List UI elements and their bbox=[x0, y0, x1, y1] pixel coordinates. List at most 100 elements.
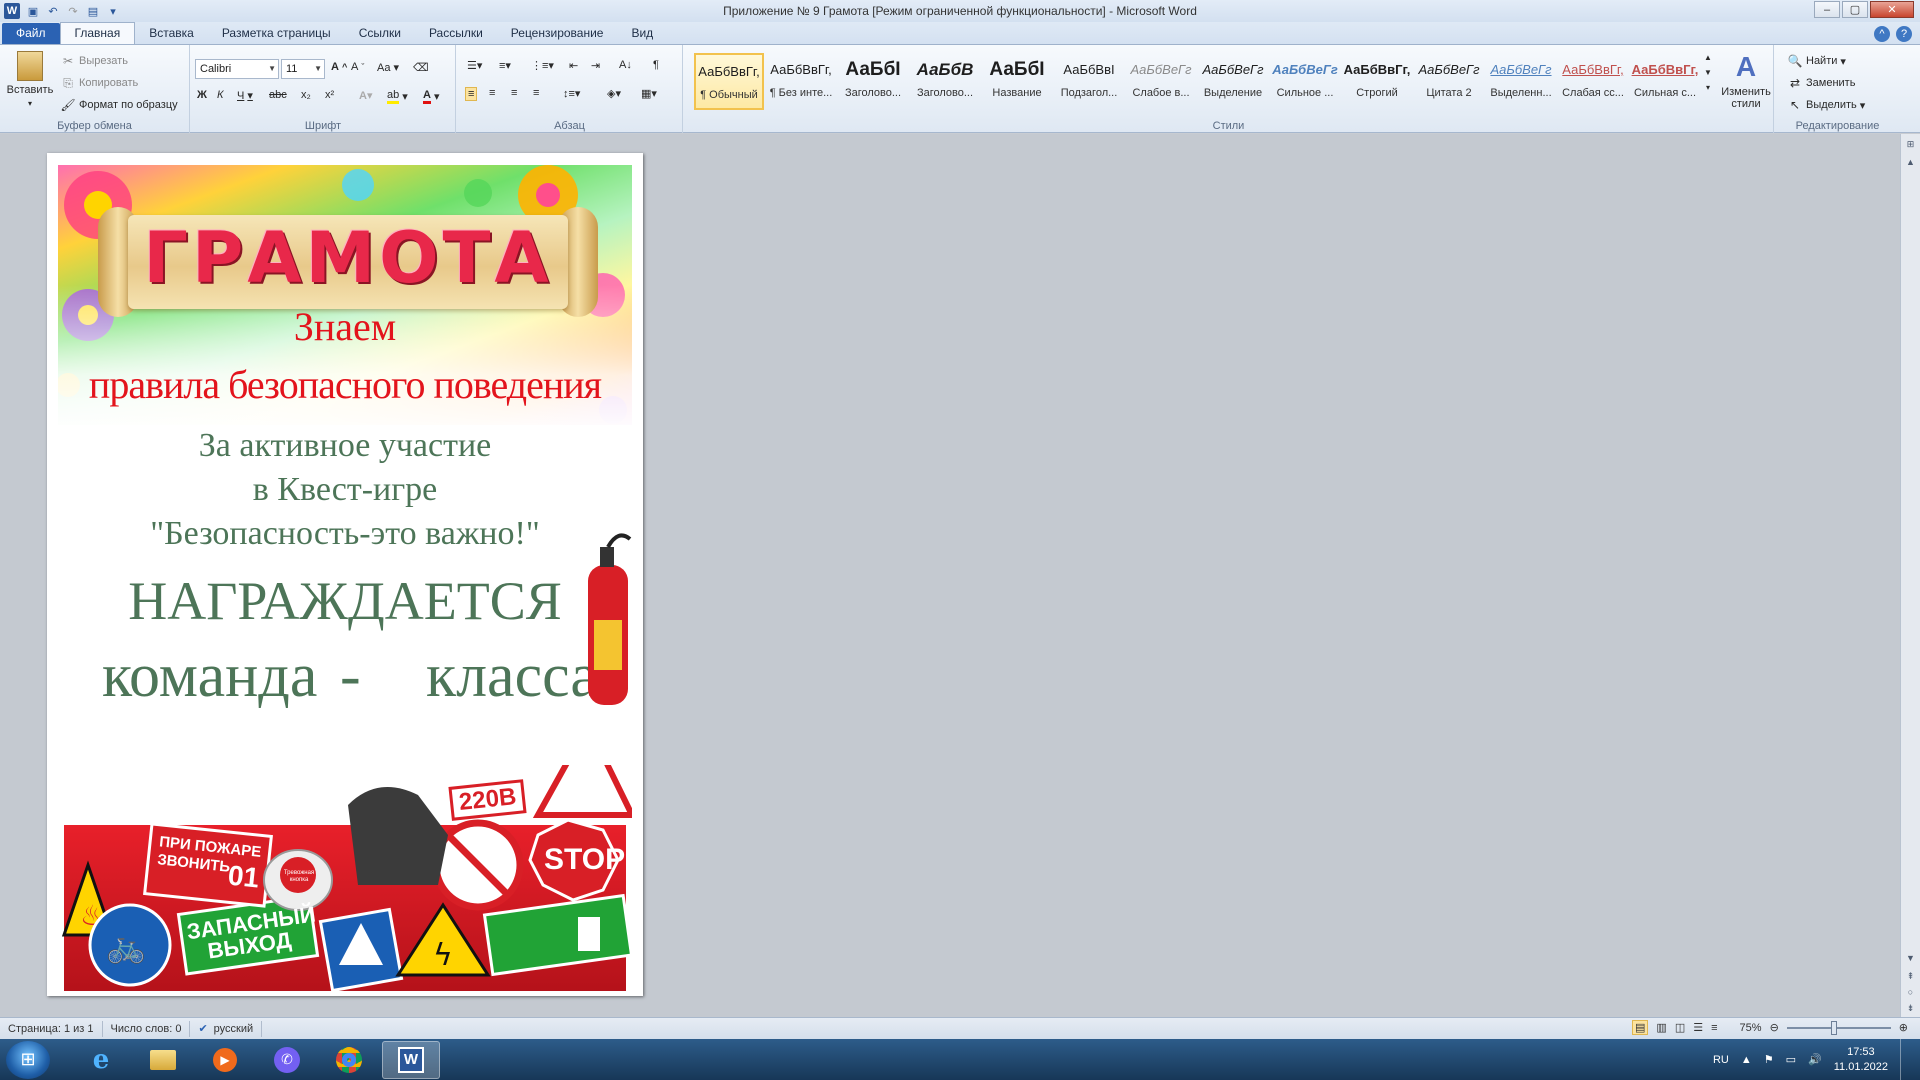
style-normal[interactable]: АаБбВвГг, ¶ Обычный bbox=[694, 53, 764, 110]
italic-button[interactable]: К bbox=[217, 89, 223, 101]
increase-indent-button[interactable]: ⇥ bbox=[591, 59, 600, 72]
replace-button[interactable]: ⇄ Заменить bbox=[1787, 75, 1855, 91]
font-color-button[interactable]: A ▾ bbox=[423, 89, 439, 104]
style-subtle-emphasis[interactable]: АаБбВеГг Слабое в... bbox=[1126, 53, 1196, 110]
multilevel-list-button[interactable]: ⋮≡▾ bbox=[531, 59, 554, 72]
style-quote[interactable]: АаБбВеГг Цитата 2 bbox=[1414, 53, 1484, 110]
browse-object-icon[interactable]: ○ bbox=[1904, 986, 1917, 999]
ruler-toggle-icon[interactable]: ⊞ bbox=[1904, 138, 1917, 151]
tab-review[interactable]: Рецензирование bbox=[497, 23, 618, 44]
highlight-button[interactable]: ab ▾ bbox=[387, 89, 408, 104]
shrink-font-button[interactable]: Aˇ bbox=[351, 61, 364, 73]
cert-line-awarded[interactable]: НАГРАЖДАЕТСЯ bbox=[58, 570, 632, 632]
change-case-button[interactable]: Aa ▾ bbox=[377, 61, 399, 75]
cert-line-participation[interactable]: За активное участие bbox=[58, 427, 632, 465]
tab-insert[interactable]: Вставка bbox=[135, 23, 208, 44]
minimize-ribbon-icon[interactable]: ^ bbox=[1874, 26, 1890, 42]
text-effects-button[interactable]: A▾ bbox=[359, 89, 372, 102]
show-hidden-icons-icon[interactable]: ▲ bbox=[1741, 1054, 1752, 1066]
align-right-button[interactable]: ≡ bbox=[511, 87, 517, 99]
maximize-button[interactable]: ▢ bbox=[1842, 1, 1868, 18]
zoom-slider[interactable] bbox=[1786, 1020, 1891, 1035]
style-emphasis[interactable]: АаБбВеГг Выделение bbox=[1198, 53, 1268, 110]
style-heading-2[interactable]: АаБбВ Заголово... bbox=[910, 53, 980, 110]
font-name-select[interactable]: Calibri ▼ bbox=[195, 59, 279, 79]
print-preview-icon[interactable]: ▤ bbox=[86, 4, 100, 18]
undo-icon[interactable]: ↶ bbox=[46, 4, 60, 18]
chrome-icon[interactable] bbox=[320, 1041, 378, 1079]
cert-line-class[interactable]: класса bbox=[426, 641, 598, 712]
borders-button[interactable]: ▦▾ bbox=[641, 87, 657, 100]
line-spacing-button[interactable]: ↕≡▾ bbox=[563, 87, 580, 100]
paste-button[interactable]: Вставить ▾ bbox=[6, 51, 54, 108]
file-explorer-icon[interactable] bbox=[134, 1041, 192, 1079]
zoom-in-icon[interactable]: ⊕ bbox=[1899, 1021, 1908, 1034]
viber-icon[interactable]: ✆ bbox=[258, 1041, 316, 1079]
customize-qat-icon[interactable]: ▾ bbox=[106, 4, 120, 18]
align-left-button[interactable]: ≡ bbox=[465, 87, 478, 101]
styles-scroll[interactable]: ▲ ▼ ▾ bbox=[1704, 53, 1712, 92]
format-painter-button[interactable]: 🖌 Формат по образцу bbox=[60, 97, 177, 113]
style-no-spacing[interactable]: АаБбВвГг, ¶ Без инте... bbox=[766, 53, 836, 110]
volume-icon[interactable]: 🔊 bbox=[1808, 1053, 1822, 1066]
strikethrough-button[interactable]: abc bbox=[269, 89, 287, 101]
outline-view-icon[interactable]: ☰ bbox=[1693, 1021, 1703, 1034]
scroll-down-icon[interactable]: ▼ bbox=[1904, 952, 1917, 965]
start-button[interactable]: ⊞ bbox=[6, 1040, 50, 1079]
zoom-slider-thumb[interactable] bbox=[1830, 1020, 1837, 1035]
page-count[interactable]: Страница: 1 из 1 bbox=[0, 1020, 103, 1037]
select-button[interactable]: ↖ Выделить ▾ bbox=[1787, 97, 1865, 113]
zoom-out-icon[interactable]: ⊖ bbox=[1770, 1021, 1779, 1034]
clock[interactable]: 17:53 11.01.2022 bbox=[1834, 1045, 1888, 1075]
word-count[interactable]: Число слов: 0 bbox=[103, 1020, 191, 1037]
redo-icon[interactable]: ↷ bbox=[66, 4, 80, 18]
save-icon[interactable]: ▣ bbox=[26, 4, 40, 18]
tab-home[interactable]: Главная bbox=[59, 22, 136, 44]
tab-file[interactable]: Файл bbox=[2, 23, 60, 44]
tab-page-layout[interactable]: Разметка страницы bbox=[208, 23, 345, 44]
language-indicator[interactable]: ✔ русский bbox=[190, 1020, 263, 1037]
underline-button[interactable]: Ч ▾ bbox=[237, 89, 253, 103]
cert-line-team[interactable]: команда bbox=[102, 641, 317, 712]
minimize-button[interactable]: – bbox=[1814, 1, 1840, 18]
help-icon[interactable]: ? bbox=[1896, 26, 1912, 42]
bold-button[interactable]: Ж bbox=[197, 89, 207, 101]
zoom-level[interactable]: 75% bbox=[1740, 1022, 1762, 1034]
close-button[interactable]: ✕ bbox=[1870, 1, 1914, 18]
copy-button[interactable]: ⎘ Копировать bbox=[60, 75, 138, 91]
superscript-button[interactable]: x² bbox=[325, 89, 334, 101]
style-title[interactable]: АаБбI Название bbox=[982, 53, 1052, 110]
style-strong[interactable]: АаБбВвГг, Строгий bbox=[1342, 53, 1412, 110]
document-page[interactable]: ГРАМОТА Знаем правила безопасного поведе… bbox=[47, 153, 643, 996]
cert-line-dash[interactable]: - bbox=[340, 641, 361, 712]
bullets-button[interactable]: ☰▾ bbox=[467, 59, 482, 72]
numbering-button[interactable]: ≡▾ bbox=[499, 59, 511, 72]
font-size-select[interactable]: 11 ▼ bbox=[281, 59, 325, 79]
tab-references[interactable]: Ссылки bbox=[345, 23, 415, 44]
print-layout-view-icon[interactable]: ▤ bbox=[1632, 1020, 1649, 1035]
shading-button[interactable]: ◈▾ bbox=[607, 87, 621, 100]
style-subtle-reference[interactable]: АаБбВвГг, Слабая сс... bbox=[1558, 53, 1628, 110]
decrease-indent-button[interactable]: ⇤ bbox=[569, 59, 578, 72]
style-intense-quote[interactable]: АаБбВеГг Выделенн... bbox=[1486, 53, 1556, 110]
input-language[interactable]: RU bbox=[1713, 1054, 1729, 1066]
justify-button[interactable]: ≡ bbox=[533, 87, 539, 99]
word-taskbar-icon[interactable]: W bbox=[382, 1040, 440, 1079]
align-center-button[interactable]: ≡ bbox=[489, 87, 495, 99]
change-styles-button[interactable]: A Изменить стили bbox=[1720, 51, 1772, 110]
word-logo-icon[interactable]: W bbox=[4, 3, 20, 19]
vertical-scrollbar[interactable]: ⊞ ▲ ▼ ⇞ ○ ⇟ bbox=[1900, 134, 1920, 1017]
internet-explorer-icon[interactable]: e bbox=[72, 1041, 130, 1079]
tab-mailings[interactable]: Рассылки bbox=[415, 23, 497, 44]
previous-page-icon[interactable]: ⇞ bbox=[1904, 970, 1917, 983]
draft-view-icon[interactable]: ≡ bbox=[1711, 1022, 1717, 1034]
show-marks-button[interactable]: ¶ bbox=[653, 59, 659, 71]
cert-line-know[interactable]: Знаем bbox=[58, 303, 632, 350]
subscript-button[interactable]: x₂ bbox=[301, 89, 311, 101]
style-subtitle[interactable]: АаБбВвI Подзагол... bbox=[1054, 53, 1124, 110]
style-intense-reference[interactable]: АаБбВвГг, Сильная с... bbox=[1630, 53, 1700, 110]
tab-view[interactable]: Вид bbox=[617, 23, 667, 44]
cert-line-rules[interactable]: правила безопасного поведения bbox=[58, 361, 632, 408]
web-layout-view-icon[interactable]: ◫ bbox=[1675, 1021, 1685, 1034]
cert-line-quest-name[interactable]: "Безопасность-это важно!" bbox=[58, 515, 632, 553]
